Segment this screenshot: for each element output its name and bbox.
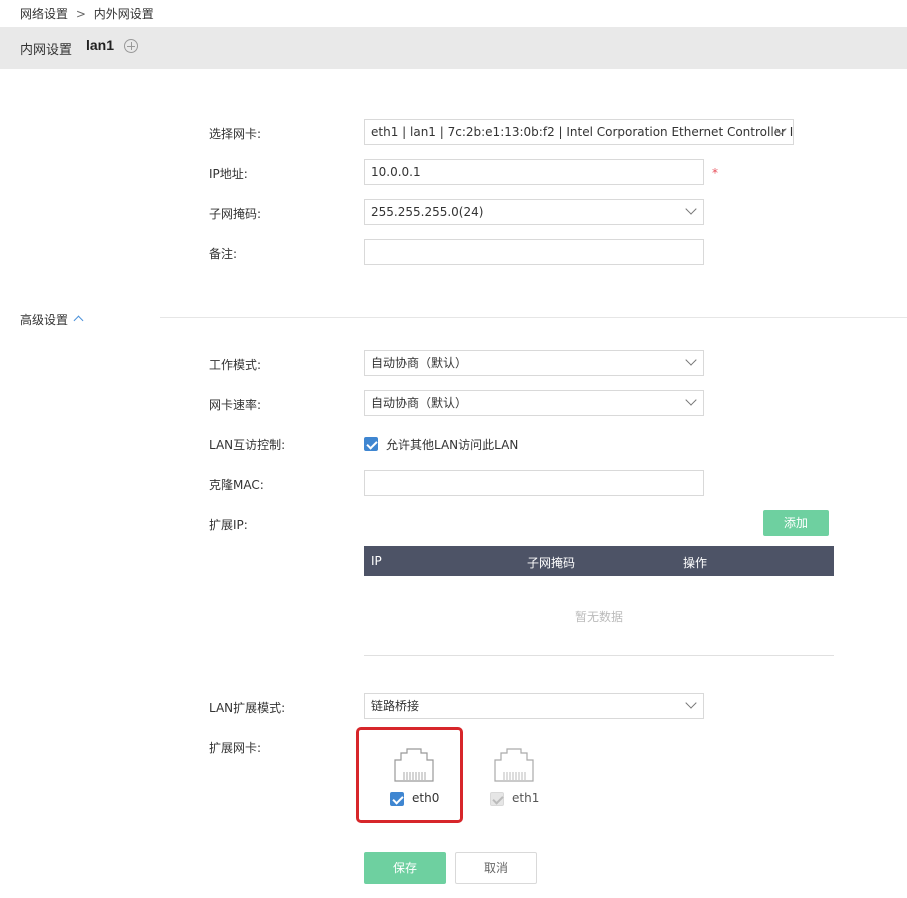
eth0-label: eth0 [412,791,440,805]
note-label: 备注: [209,247,238,261]
eth1-checkbox [490,792,504,806]
speed-select[interactable]: 自动协商（默认） [364,390,704,416]
ethernet-port-icon[interactable] [394,748,434,782]
column-action: 操作 [683,556,708,570]
nic-select-value: eth1 | lan1 | 7c:2b:e1:13:0b:f2 | Intel … [371,125,794,139]
lan-access-label: LAN互访控制: [209,438,286,452]
add-circle-icon[interactable] [124,39,138,53]
clone-mac-label: 克隆MAC: [209,478,264,492]
breadcrumb-separator: > [75,7,86,21]
chevron-down-icon [685,206,697,218]
breadcrumb-current: 内外网设置 [93,7,154,21]
ext-nic-label: 扩展网卡: [209,741,262,755]
chevron-down-icon [775,126,787,138]
ext-ip-table-header: IP 子网掩码 操作 [364,546,834,576]
mask-label: 子网掩码: [209,207,262,221]
ethernet-port-icon [494,748,534,782]
lan-ext-mode-select[interactable]: 链路桥接 [364,693,704,719]
section-divider [160,317,907,318]
column-ip: IP [371,554,382,568]
work-mode-value: 自动协商（默认） [371,356,468,370]
mask-select[interactable]: 255.255.255.0(24) [364,199,704,225]
chevron-up-icon[interactable] [74,315,82,323]
advanced-settings-toggle[interactable]: 高级设置 [20,311,68,328]
save-button[interactable]: 保存 [364,852,446,884]
nic-select[interactable]: eth1 | lan1 | 7c:2b:e1:13:0b:f2 | Intel … [364,119,794,145]
lan-access-checkbox-label[interactable]: 允许其他LAN访问此LAN [386,436,518,453]
column-mask: 子网掩码 [527,556,576,570]
mask-select-value: 255.255.255.0(24) [371,205,484,219]
chevron-down-icon [685,357,697,369]
work-mode-select[interactable]: 自动协商（默认） [364,350,704,376]
lan-ext-mode-label: LAN扩展模式: [209,701,286,715]
lan-ext-mode-value: 链路桥接 [371,699,420,713]
speed-value: 自动协商（默认） [371,396,468,410]
ip-label: IP地址: [209,167,248,181]
add-button[interactable]: 添加 [763,510,829,536]
ext-ip-label: 扩展IP: [209,518,248,532]
page-title: 内网设置 [20,43,73,58]
lan-access-checkbox[interactable] [364,437,378,451]
ext-ip-table-empty: 暂无数据 [364,576,834,656]
nic-label: 选择网卡: [209,127,262,141]
eth1-label: eth1 [512,791,540,805]
required-mark: * [712,166,718,180]
chevron-down-icon [685,700,697,712]
chevron-down-icon [685,397,697,409]
breadcrumb: 网络设置 > 内外网设置 [20,5,154,22]
ip-input[interactable]: 10.0.0.1 [364,159,704,185]
note-input[interactable] [364,239,704,265]
eth0-checkbox[interactable] [390,792,404,806]
breadcrumb-parent[interactable]: 网络设置 [20,7,68,21]
ip-input-value: 10.0.0.1 [371,165,421,179]
cancel-button[interactable]: 取消 [455,852,537,884]
speed-label: 网卡速率: [209,398,262,412]
clone-mac-input[interactable] [364,470,704,496]
work-mode-label: 工作模式: [209,358,262,372]
interface-name: lan1 [86,37,115,53]
page-header: 内网设置 lan1 [0,27,907,69]
